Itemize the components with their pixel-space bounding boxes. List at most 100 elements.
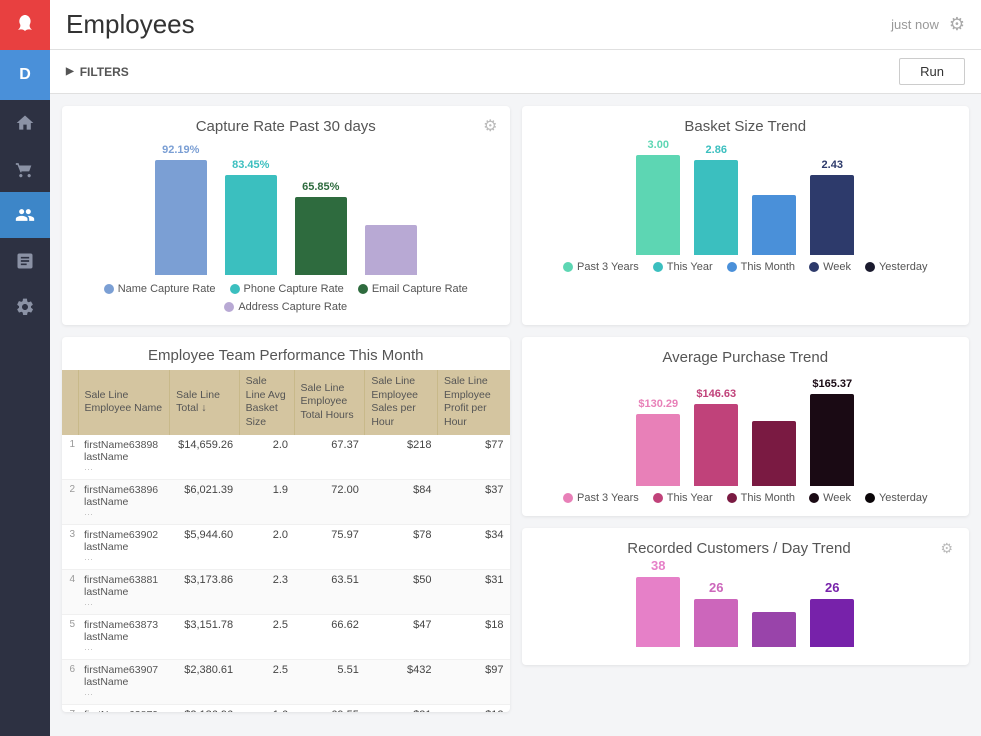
row-basket-0: 2.0 (239, 435, 294, 480)
row-num-6: 7 (62, 704, 78, 712)
bs-legend-tm: This Month (727, 261, 795, 273)
col-name[interactable]: Sale Line Employee Name (78, 370, 170, 435)
row-name-2: firstName63902lastName ··· (78, 524, 170, 569)
capture-rate-gear-icon[interactable]: ⚙ (483, 116, 497, 136)
row-profit-ph-6: $12 (437, 704, 509, 712)
row-name-6: firstName63879lastName ··· (78, 704, 170, 712)
capture-rate-chart: 92.19% 83.45% 65.85% (78, 145, 494, 275)
bs-label-p3y-text: Past 3 Years (577, 261, 639, 273)
ap-label-week-text: Week (823, 492, 851, 504)
col-sales-ph[interactable]: Sale Line Employee Sales per Hour (365, 370, 438, 435)
col-hours[interactable]: Sale Line Employee Total Hours (294, 370, 365, 435)
row-sales-ph-5: $432 (365, 659, 438, 704)
row-sales-ph-3: $50 (365, 569, 438, 614)
ap-label-week: $165.37 (812, 378, 852, 390)
bs-label-tm (773, 179, 776, 191)
ap-dot-yesterday (865, 493, 875, 503)
recorded-customers-gear-icon[interactable]: ⚙ (940, 540, 953, 557)
capture-rate-card: Capture Rate Past 30 days ⚙ 92.19% 83.45… (62, 106, 510, 325)
row-hours-1: 72.00 (294, 479, 365, 524)
legend-label-address: Address Capture Rate (238, 301, 347, 313)
bs-bar-group-p3y: 3.00 (636, 139, 680, 255)
ap-dot-tm (727, 493, 737, 503)
col-total[interactable]: Sale Line Total ↓ (170, 370, 240, 435)
sidebar-item-people[interactable] (0, 192, 50, 238)
row-basket-3: 2.3 (239, 569, 294, 614)
ap-bar-week (810, 394, 854, 486)
bar-label-phone: 83.45% (232, 159, 269, 171)
main-content: Employees just now ⚙ ▶ FILTERS Run Captu… (50, 0, 981, 736)
rc-bar-group-ty: 26 (694, 580, 738, 647)
rc-bar-tm (752, 612, 796, 647)
rc-bar-p3y (636, 577, 680, 647)
employee-table: Sale Line Employee Name Sale Line Total … (62, 370, 510, 712)
row-profit-ph-4: $18 (437, 614, 509, 659)
ap-dot-p3y (563, 493, 573, 503)
ap-legend-ty: This Year (653, 492, 713, 504)
legend-name: Name Capture Rate (104, 283, 216, 295)
ap-label-p3y: $130.29 (638, 398, 678, 410)
legend-label-name: Name Capture Rate (118, 283, 216, 295)
table-row: 5 firstName63873lastName ··· $3,151.78 2… (62, 614, 510, 659)
timestamp: just now (891, 17, 939, 32)
ap-legend-yesterday: Yesterday (865, 492, 928, 504)
bar-email (295, 197, 347, 275)
ap-label-ty: $146.63 (696, 388, 736, 400)
ap-bar-ty (694, 404, 738, 486)
row-basket-1: 1.9 (239, 479, 294, 524)
row-num-3: 4 (62, 569, 78, 614)
row-name-3: firstName63881lastName ··· (78, 569, 170, 614)
table-row: 3 firstName63902lastName ··· $5,944.60 2… (62, 524, 510, 569)
row-name-1: firstName63896lastName ··· (78, 479, 170, 524)
bs-label-tm-text: This Month (741, 261, 795, 273)
row-hours-2: 75.97 (294, 524, 365, 569)
row-total-5: $2,380.61 (170, 659, 240, 704)
bs-legend-p3y: Past 3 Years (563, 261, 639, 273)
bs-label-ty-text: This Year (667, 261, 713, 273)
col-basket[interactable]: Sale Line Avg Basket Size (239, 370, 294, 435)
ap-bar-group-ty: $146.63 (694, 388, 738, 486)
sidebar-item-home[interactable] (0, 100, 50, 146)
filter-label: FILTERS (80, 65, 129, 79)
legend-dot-name (104, 284, 114, 294)
ap-label-p3y-text: Past 3 Years (577, 492, 639, 504)
right-column: Average Purchase Trend $130.29 $146.63 (522, 337, 970, 712)
ap-legend-tm: This Month (727, 492, 795, 504)
ap-dot-week (809, 493, 819, 503)
row-total-3: $3,173.86 (170, 569, 240, 614)
row-sales-ph-0: $218 (365, 435, 438, 480)
rc-bar-group-week: 26 (810, 580, 854, 647)
row-profit-ph-0: $77 (437, 435, 509, 480)
sidebar-item-cart[interactable] (0, 146, 50, 192)
bar-name (155, 160, 207, 275)
row-profit-ph-5: $97 (437, 659, 509, 704)
settings-icon[interactable]: ⚙ (949, 14, 965, 35)
bs-label-p3y: 3.00 (648, 139, 669, 151)
col-profit-ph[interactable]: Sale Line Employee Profit per Hour (437, 370, 509, 435)
bar-address (365, 225, 417, 275)
rc-bar-week (810, 599, 854, 647)
row-hours-6: 69.55 (294, 704, 365, 712)
recorded-customers-title: Recorded Customers / Day Trend ⚙ (538, 540, 954, 557)
rc-bar-group-tm (752, 593, 796, 647)
legend-dot-email (358, 284, 368, 294)
run-button[interactable]: Run (899, 58, 965, 85)
avg-purchase-card: Average Purchase Trend $130.29 $146.63 (522, 337, 970, 516)
ap-bar-p3y (636, 414, 680, 486)
sidebar-item-settings[interactable] (0, 284, 50, 330)
rc-label-week: 26 (825, 580, 839, 595)
rc-label-p3y: 38 (651, 558, 665, 573)
ap-bar-tm (752, 421, 796, 486)
ap-label-tm-text: This Month (741, 492, 795, 504)
filter-toggle[interactable]: ▶ FILTERS (66, 65, 129, 79)
sidebar-item-analytics[interactable] (0, 238, 50, 284)
legend-label-email: Email Capture Rate (372, 283, 468, 295)
ap-label-tm (773, 405, 776, 417)
row-hours-5: 5.51 (294, 659, 365, 704)
row-num-5: 6 (62, 659, 78, 704)
user-avatar: D (0, 50, 50, 100)
bs-label-week-text: Week (823, 261, 851, 273)
bs-bar-week (810, 175, 854, 255)
app-logo (0, 0, 50, 50)
bs-bar-group-tm (752, 179, 796, 255)
